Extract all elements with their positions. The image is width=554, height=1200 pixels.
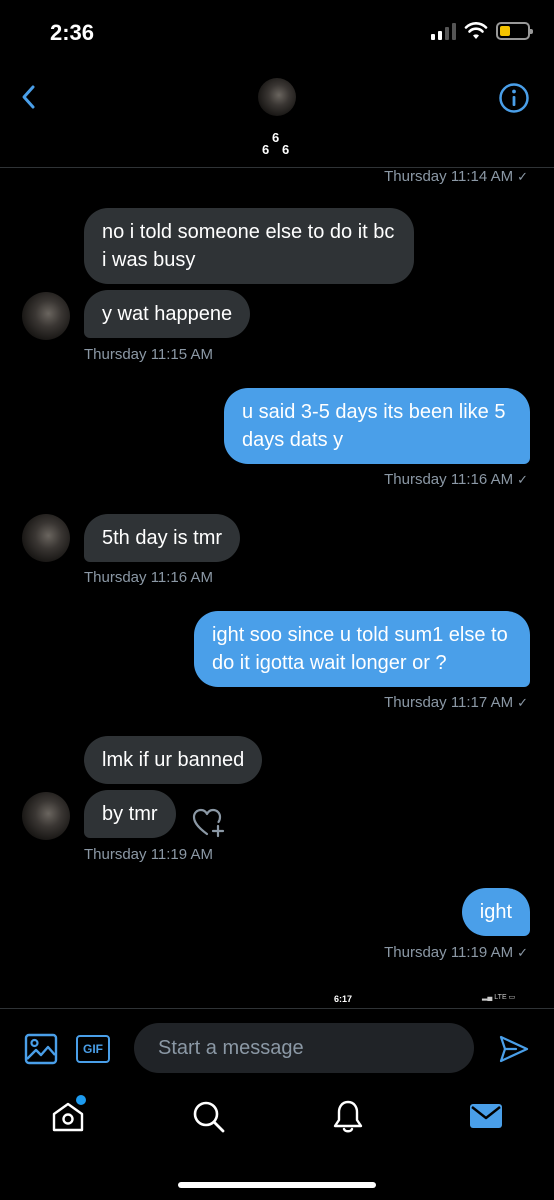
wifi-icon bbox=[464, 22, 488, 39]
incoming-message[interactable]: y wat happene bbox=[84, 290, 251, 338]
message-timestamp: Thursday 11:15 AM bbox=[84, 346, 213, 363]
header-avatar[interactable] bbox=[258, 78, 296, 116]
outgoing-message[interactable]: ight soo since u told sum1 else to do it… bbox=[194, 611, 530, 687]
sender-avatar[interactable] bbox=[22, 514, 70, 562]
image-icon[interactable] bbox=[24, 1033, 58, 1065]
status-bar: 2:36 bbox=[0, 0, 554, 70]
send-icon[interactable] bbox=[498, 1033, 530, 1065]
message-timestamp: Thursday 11:16 AM ✓ bbox=[384, 471, 528, 488]
mail-icon[interactable] bbox=[468, 1098, 504, 1134]
overlay-status-bar: 6:17 ▂▄ LTE ▭ bbox=[0, 988, 554, 1008]
outgoing-message[interactable]: u said 3-5 days its been like 5 days dat… bbox=[224, 388, 530, 464]
message-timestamp: Thursday 11:14 AM ✓ bbox=[384, 168, 528, 185]
status-icons bbox=[431, 22, 533, 40]
incoming-message[interactable]: no i told someone else to do it bc i was… bbox=[84, 208, 414, 284]
message-timestamp: Thursday 11:19 AM bbox=[84, 846, 213, 863]
outgoing-message[interactable]: ight bbox=[461, 888, 530, 936]
message-timestamp: Thursday 11:16 AM bbox=[84, 569, 213, 586]
name-char: 6 bbox=[282, 142, 291, 157]
home-indicator bbox=[178, 1182, 376, 1188]
message-composer: GIF bbox=[0, 1008, 554, 1088]
message-timestamp: Thursday 11:17 AM ✓ bbox=[384, 694, 528, 711]
incoming-message[interactable]: by tmr bbox=[84, 790, 176, 838]
battery-icon bbox=[496, 22, 533, 40]
conversation-header: 6 6 6 bbox=[0, 70, 554, 168]
message-input[interactable] bbox=[134, 1023, 474, 1073]
incoming-message[interactable]: 5th day is tmr bbox=[84, 514, 241, 562]
message-timestamp: Thursday 11:19 AM ✓ bbox=[384, 944, 528, 961]
back-arrow-icon[interactable] bbox=[14, 82, 44, 112]
sender-avatar[interactable] bbox=[22, 792, 70, 840]
sender-avatar[interactable] bbox=[22, 292, 70, 340]
overlay-network: ▂▄ LTE ▭ bbox=[482, 994, 516, 1001]
status-time: 2:36 bbox=[50, 20, 95, 45]
name-char: 6 bbox=[272, 130, 281, 145]
overlay-time: 6:17 bbox=[334, 994, 353, 1004]
incoming-message[interactable]: lmk if ur banned bbox=[84, 736, 263, 784]
bell-icon[interactable] bbox=[330, 1098, 366, 1134]
search-icon[interactable] bbox=[190, 1098, 226, 1134]
message-thread: Thursday 11:14 AM ✓ no i told someone els… bbox=[0, 168, 554, 1008]
heart-add-icon[interactable] bbox=[192, 808, 226, 838]
notification-dot bbox=[76, 1095, 86, 1105]
name-char: 6 bbox=[262, 142, 271, 157]
info-icon[interactable] bbox=[498, 82, 530, 114]
signal-icon bbox=[431, 22, 456, 40]
gif-button[interactable]: GIF bbox=[76, 1035, 110, 1063]
